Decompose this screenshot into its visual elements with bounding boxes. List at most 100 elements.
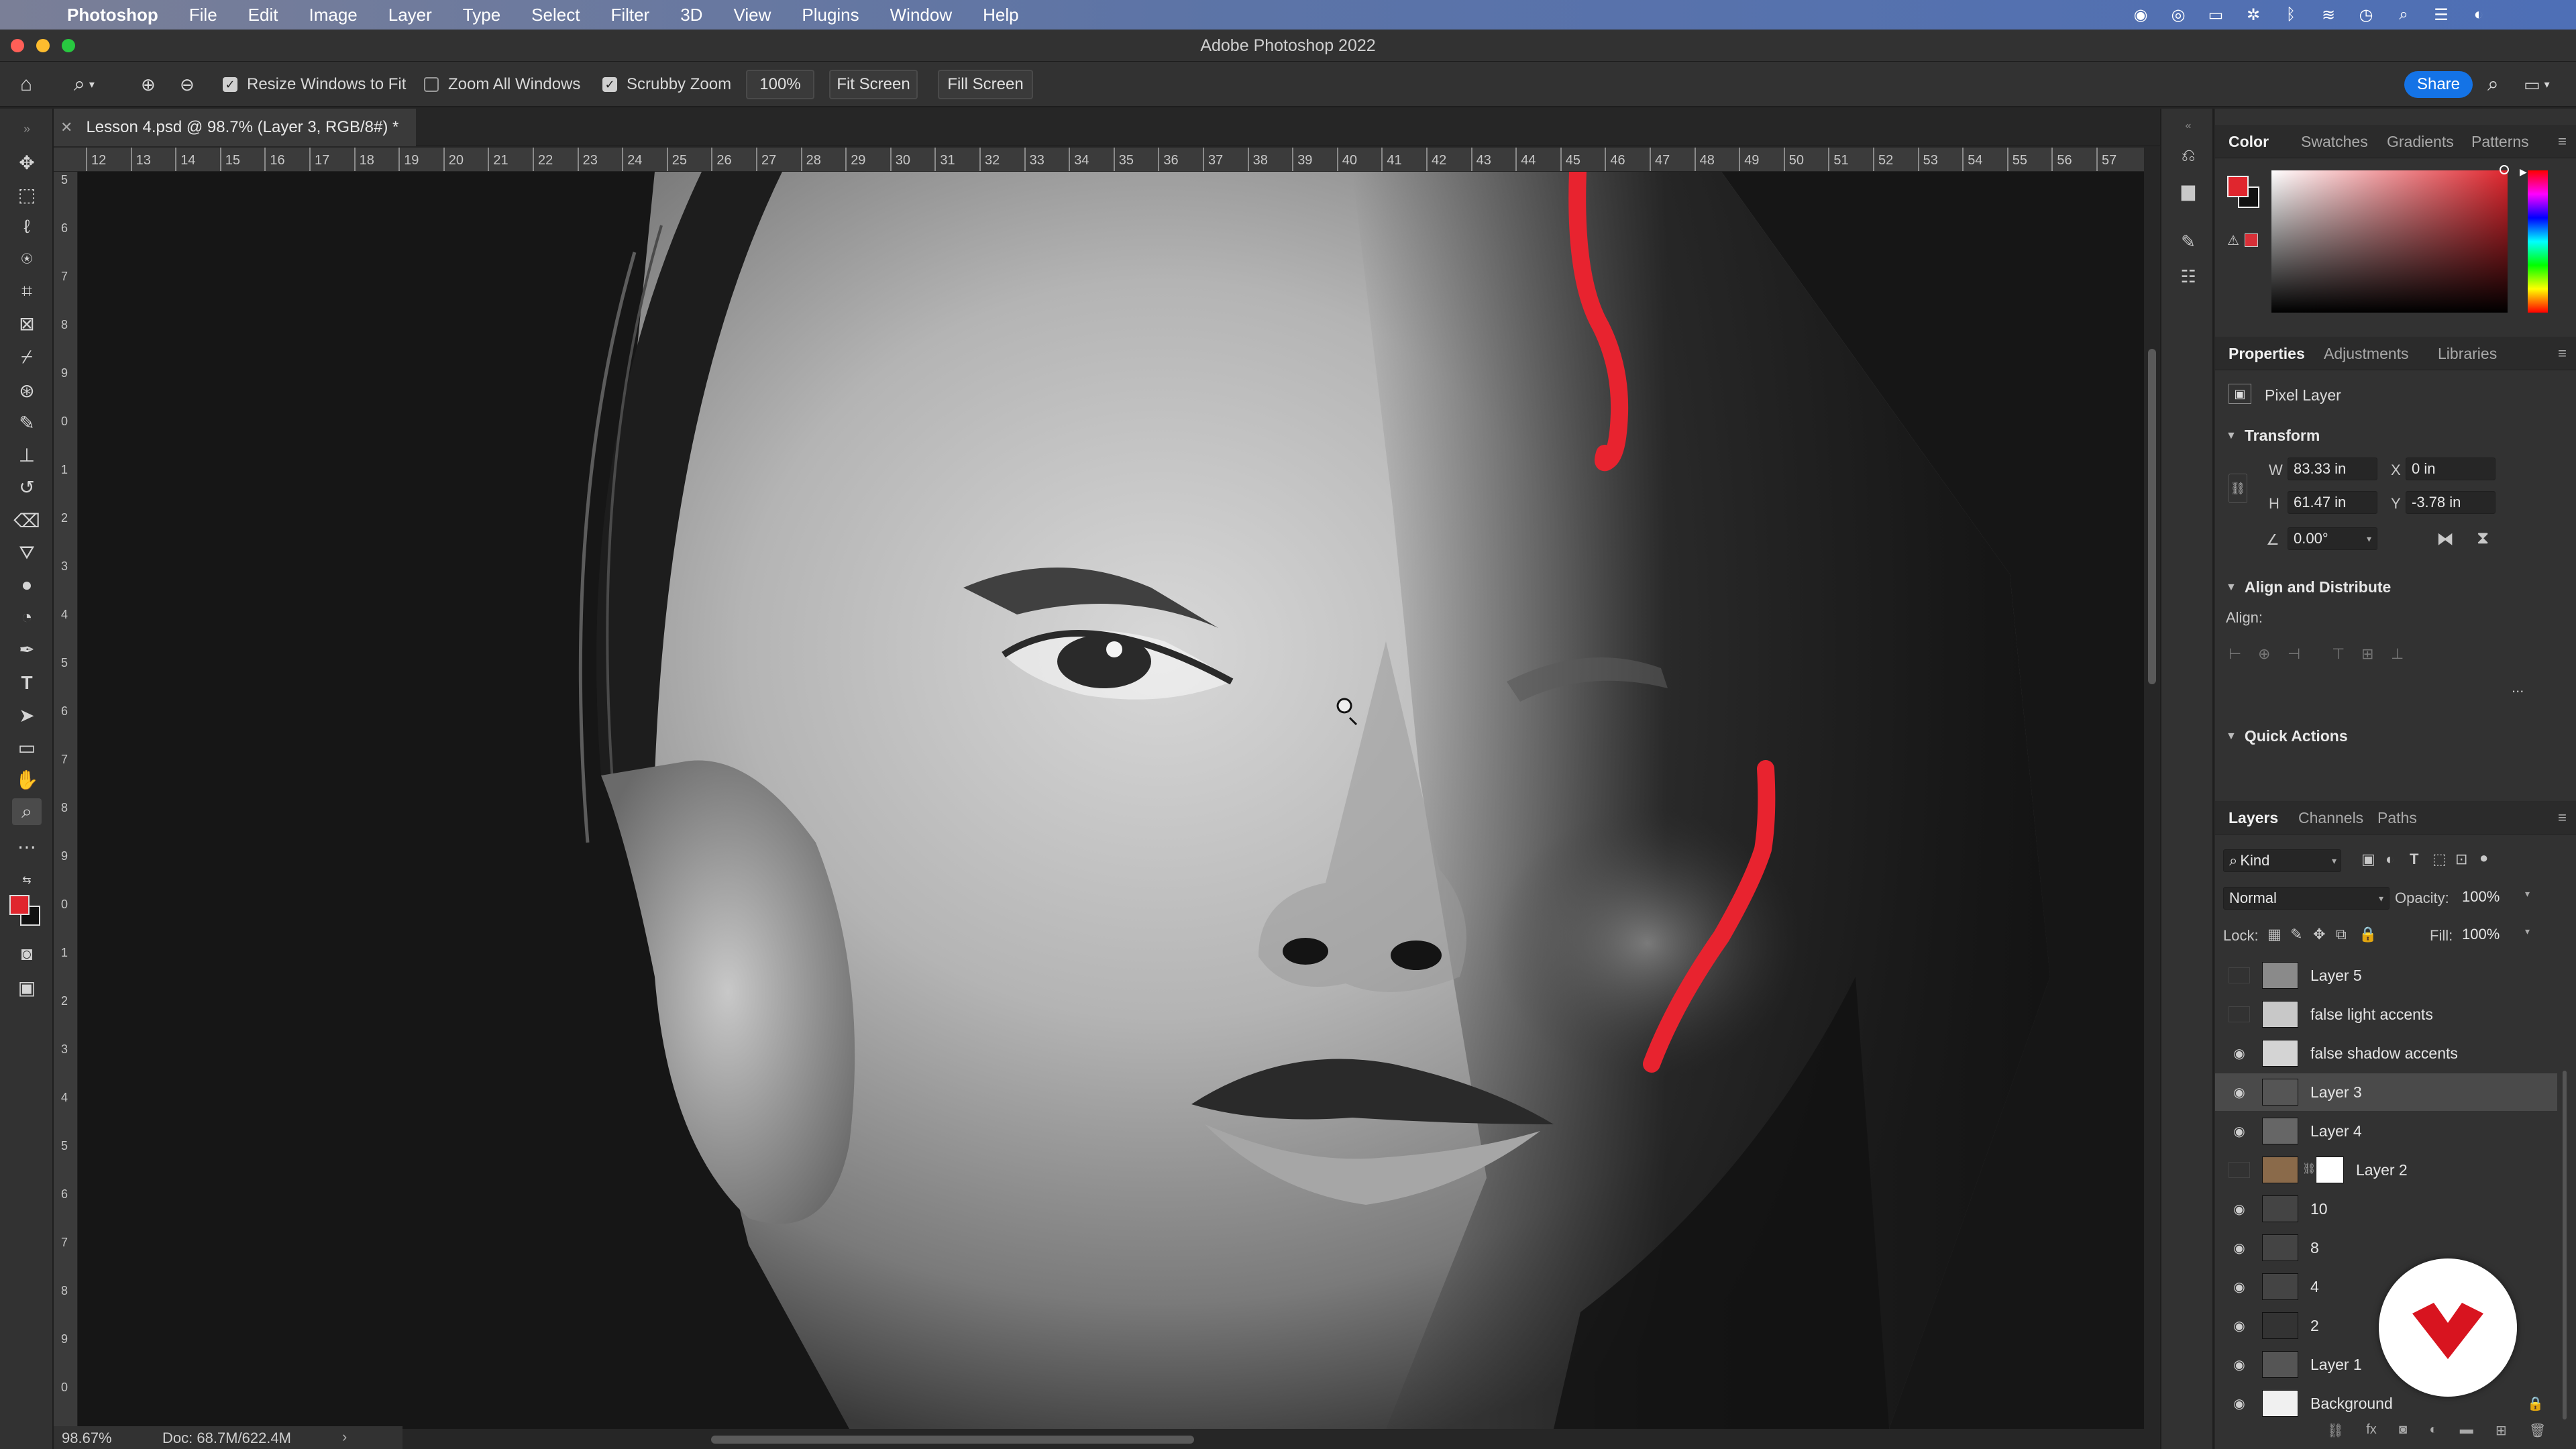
zoom-tool-preset-icon[interactable]: ⌕ ▾ bbox=[74, 62, 95, 107]
menu-app-name[interactable]: Photoshop bbox=[67, 5, 158, 25]
eye-hidden-icon[interactable] bbox=[2229, 1006, 2250, 1022]
layer-row[interactable]: ◉ false shadow accents bbox=[2215, 1034, 2557, 1072]
menu-3d[interactable]: 3D bbox=[680, 5, 702, 25]
flip-horizontal-icon[interactable]: ⧓ bbox=[2436, 529, 2454, 549]
quick-mask-icon[interactable]: ◙ bbox=[12, 941, 42, 967]
layer-row[interactable]: ◉ 10 bbox=[2215, 1190, 2557, 1228]
hue-slider[interactable] bbox=[2528, 170, 2548, 313]
search-icon[interactable]: ⌕ bbox=[2487, 62, 2499, 107]
color-picker-field[interactable] bbox=[2271, 170, 2508, 313]
type-tool-icon[interactable]: T bbox=[12, 669, 42, 696]
lock-artboard-icon[interactable]: ⧉ bbox=[2336, 926, 2347, 943]
crop-tool-icon[interactable]: ⌗ bbox=[12, 278, 42, 305]
menu-view[interactable]: View bbox=[733, 5, 771, 25]
filter-toggle-icon[interactable]: ● bbox=[2479, 849, 2488, 867]
filter-pixel-icon[interactable]: ▣ bbox=[2361, 851, 2375, 868]
blend-mode-dropdown[interactable]: Normal ▾ bbox=[2223, 887, 2390, 910]
lock-image-icon[interactable]: ✎ bbox=[2290, 926, 2302, 943]
edit-toolbar-icon[interactable]: ⋯ bbox=[12, 833, 42, 860]
tab-layers[interactable]: Layers bbox=[2229, 801, 2278, 835]
document-canvas[interactable] bbox=[78, 172, 2144, 1429]
align-top-icon[interactable]: ⊤ bbox=[2332, 645, 2345, 663]
delete-layer-icon[interactable]: 🗑 bbox=[2529, 1422, 2546, 1446]
zoom-all-windows-checkbox[interactable]: Zoom All Windows bbox=[424, 62, 580, 107]
mask-link-icon[interactable]: ⛓ bbox=[2302, 1162, 2316, 1175]
layers-scrollbar[interactable] bbox=[2561, 957, 2568, 1426]
status-menu-chevron-icon[interactable]: › bbox=[342, 1428, 347, 1446]
more-options-button[interactable]: ... bbox=[2512, 679, 2524, 696]
path-selection-tool-icon[interactable]: ➤ bbox=[12, 702, 42, 729]
tab-paths[interactable]: Paths bbox=[2377, 801, 2417, 835]
clone-stamp-tool-icon[interactable]: ⊥ bbox=[12, 441, 42, 468]
filter-shape-icon[interactable]: ⬚ bbox=[2432, 851, 2447, 868]
tab-swatches[interactable]: Swatches bbox=[2301, 125, 2368, 158]
horizontal-ruler[interactable]: 12 13 14 15 16 17 18 19 20 21 22 23 24 25 26 27 28 29 30 31… bbox=[54, 148, 2144, 172]
vertical-scrollbar[interactable] bbox=[2144, 148, 2160, 1429]
history-brush-tool-icon[interactable]: ↺ bbox=[12, 474, 42, 500]
tab-adjustments[interactable]: Adjustments bbox=[2324, 337, 2409, 370]
creative-cloud-icon[interactable]: ◉ bbox=[2131, 6, 2151, 24]
wifi-icon[interactable]: ≋ bbox=[2318, 6, 2339, 24]
layer-style-fx-icon[interactable]: fx bbox=[2366, 1422, 2377, 1446]
add-mask-icon[interactable]: ◙ bbox=[2399, 1422, 2407, 1446]
search-icon[interactable]: ⌕ bbox=[2394, 5, 2414, 23]
screen-mode-icon[interactable]: ▣ bbox=[12, 974, 42, 1001]
filter-type-icon[interactable]: T bbox=[2410, 851, 2418, 868]
healing-brush-tool-icon[interactable]: ⊛ bbox=[12, 377, 42, 404]
tab-libraries[interactable]: Libraries bbox=[2438, 337, 2497, 370]
filter-adjustment-icon[interactable]: ◐ bbox=[2385, 851, 2394, 868]
eye-icon[interactable]: ◉ bbox=[2229, 1318, 2250, 1334]
menu-image[interactable]: Image bbox=[309, 5, 357, 25]
height-field[interactable]: 61.47 in bbox=[2288, 491, 2377, 514]
color-picker-handle[interactable] bbox=[2500, 165, 2509, 174]
gamut-color-chip[interactable] bbox=[2245, 233, 2258, 247]
fill-chevron-icon[interactable]: ▾ bbox=[2525, 926, 2530, 937]
menu-plugins[interactable]: Plugins bbox=[802, 5, 859, 25]
sync-icon[interactable]: ◎ bbox=[2168, 6, 2188, 24]
document-tab[interactable]: ✕ Lesson 4.psd @ 98.7% (Layer 3, RGB/8#)… bbox=[54, 109, 416, 146]
layer-filter-kind-dropdown[interactable]: ⌕ Kind ▾ bbox=[2223, 849, 2341, 872]
menu-filter[interactable]: Filter bbox=[610, 5, 649, 25]
fill-field[interactable]: 100% bbox=[2457, 923, 2521, 946]
eye-icon[interactable]: ◉ bbox=[2229, 1240, 2250, 1256]
link-layers-icon[interactable]: ⛓ bbox=[2327, 1422, 2344, 1446]
new-group-icon[interactable]: ▬ bbox=[2460, 1422, 2473, 1446]
panel-menu-icon[interactable]: ≡ bbox=[2558, 345, 2567, 362]
layers-scroll-thumb[interactable] bbox=[2563, 1071, 2567, 1419]
siri-icon[interactable]: ◐ bbox=[2469, 5, 2489, 23]
panel-menu-icon[interactable]: ≡ bbox=[2558, 133, 2567, 150]
tab-color[interactable]: Color bbox=[2229, 125, 2269, 158]
paint-bucket-tool-icon[interactable]: ⛛ bbox=[12, 539, 42, 566]
y-position-field[interactable]: -3.78 in bbox=[2406, 491, 2496, 514]
foreground-color-swatch[interactable] bbox=[9, 895, 30, 915]
eye-icon[interactable]: ◉ bbox=[2229, 1395, 2250, 1411]
eraser-tool-icon[interactable]: ⌫ bbox=[12, 507, 42, 534]
menu-help[interactable]: Help bbox=[983, 5, 1018, 25]
brush-settings-icon[interactable]: ✎ bbox=[2175, 228, 2202, 255]
frame-tool-icon[interactable]: ⊠ bbox=[12, 310, 42, 337]
zoom-tool-icon[interactable]: ⌕ bbox=[12, 798, 42, 825]
eye-hidden-icon[interactable] bbox=[2229, 967, 2250, 983]
align-middle-v-icon[interactable]: ⊞ bbox=[2361, 645, 2373, 663]
lock-transparent-icon[interactable]: ▦ bbox=[2267, 926, 2282, 943]
quick-actions-header[interactable]: ▼ Quick Actions bbox=[2226, 727, 2348, 745]
link-dimensions-icon[interactable]: ⛓ bbox=[2229, 474, 2247, 503]
close-tab-icon[interactable]: ✕ bbox=[60, 119, 72, 136]
zoom-percent-field[interactable]: 100% bbox=[746, 70, 814, 99]
layer-row[interactable]: false light accents bbox=[2215, 996, 2557, 1033]
menu-window[interactable]: Window bbox=[890, 5, 952, 25]
transform-section-header[interactable]: ▼ Transform bbox=[2226, 427, 2320, 445]
menu-edit[interactable]: Edit bbox=[248, 5, 278, 25]
gear-icon[interactable]: ✲ bbox=[2243, 6, 2263, 24]
align-right-icon[interactable]: ⊣ bbox=[2288, 645, 2300, 663]
blur-tool-icon[interactable]: ● bbox=[12, 572, 42, 598]
lock-all-icon[interactable]: 🔒 bbox=[2359, 926, 2377, 943]
horizontal-scrollbar[interactable] bbox=[402, 1429, 2144, 1449]
adjustments-panel-icon[interactable]: ☷ bbox=[2175, 263, 2202, 290]
tab-patterns[interactable]: Patterns bbox=[2471, 125, 2529, 158]
flip-vertical-icon[interactable]: ⧗ bbox=[2477, 527, 2489, 549]
zoom-in-icon[interactable]: ⊕ bbox=[141, 62, 156, 107]
tab-properties[interactable]: Properties bbox=[2229, 337, 2305, 370]
opacity-field[interactable]: 100% bbox=[2457, 885, 2521, 908]
align-bottom-icon[interactable]: ⊥ bbox=[2391, 645, 2404, 663]
